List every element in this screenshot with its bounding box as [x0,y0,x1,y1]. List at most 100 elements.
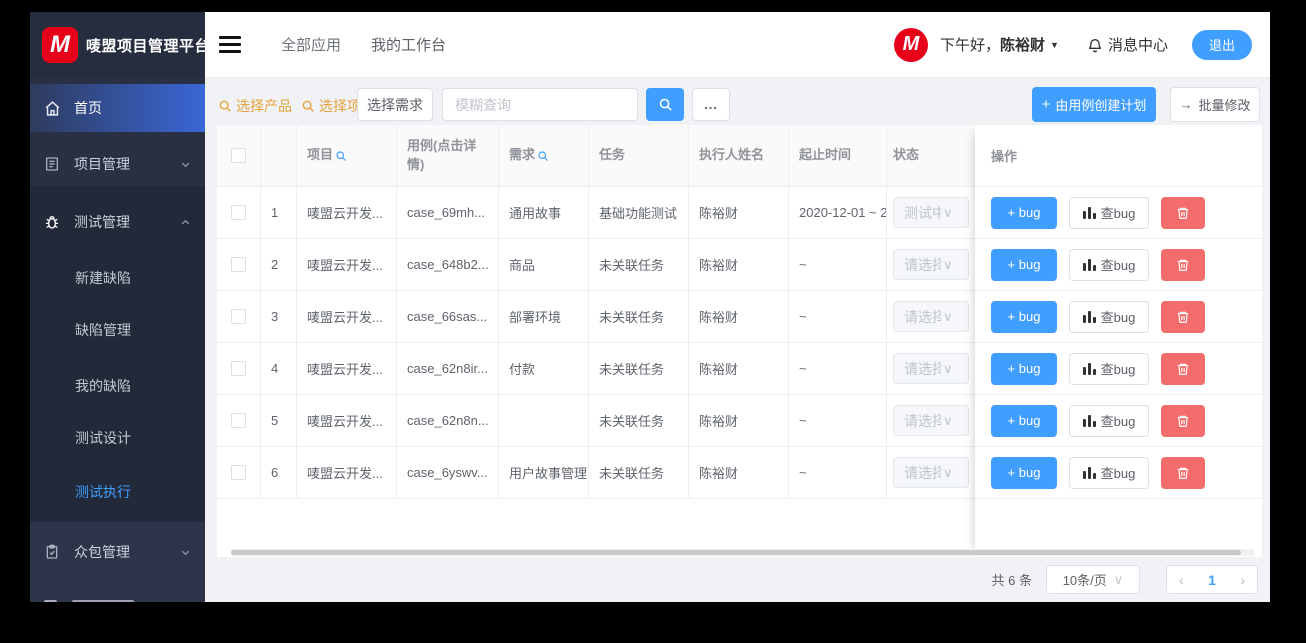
view-bug-button[interactable]: 查bug [1069,300,1149,333]
cell-usecase[interactable]: case_69mh... [397,187,499,239]
document-icon [44,156,61,173]
view-bug-button[interactable]: 查bug [1069,196,1149,229]
sidebar-item-crowd-mgmt[interactable]: 众包管理 [30,528,205,576]
delete-button[interactable] [1161,352,1205,385]
page-size-select[interactable]: 10条/页 ∨ [1046,565,1140,594]
view-bug-button[interactable]: 查bug [1069,352,1149,385]
row-checkbox[interactable] [231,257,246,272]
chevron-up-icon [180,217,191,228]
chevron-down-icon: ∨ [943,256,953,272]
select-product-link[interactable]: 选择产品 [218,96,292,116]
logout-button[interactable]: 退出 [1191,29,1252,60]
tab-my-workbench[interactable]: 我的工作台 [371,34,446,55]
sidebar-item-test-execution[interactable]: 测试执行 [30,468,205,516]
status-select[interactable]: 请选择∨ [893,249,969,280]
home-icon [44,100,61,117]
ops-row: + bug 查bug [975,187,1262,239]
cell-usecase[interactable]: case_62n8ir... [397,343,499,395]
cell-usecase[interactable]: case_66sas... [397,291,499,343]
index-header [261,125,297,187]
plus-icon: + [1041,96,1051,113]
fuzzy-search-input[interactable] [442,88,638,121]
cell-executor: 陈裕财 [689,395,789,447]
search-icon[interactable] [537,150,549,162]
add-bug-button[interactable]: + bug [991,196,1057,229]
status-select[interactable]: 请选择∨ [893,405,969,436]
bar-chart-icon [1082,362,1096,375]
cell-dates: ~ [789,395,887,447]
row-index: 3 [261,291,297,343]
app-frame: 首页 项目管理 测试管理 新建缺陷 缺陷管理 我的缺陷 测试设计 测试执行 众包… [0,0,1306,643]
status-select[interactable]: 请选择∨ [893,353,969,384]
delete-button[interactable] [1161,456,1205,489]
collapse-menu-icon[interactable] [219,32,241,57]
row-checkbox[interactable] [231,205,246,220]
bar-chart-icon [1082,258,1096,271]
page-number[interactable]: 1 [1208,572,1216,588]
horizontal-scrollbar[interactable] [231,549,1255,556]
add-bug-button[interactable]: + bug [991,352,1057,385]
row-index: 5 [261,395,297,447]
chevron-down-icon: ∨ [943,204,953,220]
create-plan-button[interactable]: + 由用例创建计划 [1032,87,1156,122]
cell-requirement: 商品 [499,239,589,291]
sidebar-item-test-design[interactable]: 测试设计 [30,414,205,462]
add-bug-button[interactable]: + bug [991,300,1057,333]
sidebar-item-test-mgmt[interactable]: 测试管理 [30,198,205,246]
search-icon[interactable] [335,150,347,162]
user-greeting[interactable]: 下午好，陈裕财 [940,34,1045,55]
sidebar-item-new-defect[interactable]: 新建缺陷 [30,254,205,302]
sidebar-item-partial[interactable] [30,592,205,602]
add-bug-button[interactable]: + bug [991,248,1057,281]
view-bug-button[interactable]: 查bug [1069,456,1149,489]
cell-task: 基础功能测试 [589,187,689,239]
search-button[interactable] [646,88,684,121]
chevron-down-icon: ∨ [943,464,953,480]
cell-usecase[interactable]: case_648b2... [397,239,499,291]
add-bug-button[interactable]: + bug [991,456,1057,489]
status-select[interactable]: 请选择∨ [893,457,969,488]
select-requirement-button[interactable]: 选择需求 [357,88,433,121]
sidebar-item-label: 众包管理 [74,544,130,560]
delete-button[interactable] [1161,300,1205,333]
prev-page-button[interactable]: ‹ [1179,572,1184,588]
sidebar-item-project-mgmt[interactable]: 项目管理 [30,140,205,188]
next-page-button[interactable]: › [1240,572,1245,588]
sidebar-item-label: 首页 [74,100,102,116]
sidebar-item-label: 测试执行 [75,484,131,500]
row-checkbox[interactable] [231,465,246,480]
more-filters-button[interactable]: ... [692,88,730,121]
delete-button[interactable] [1161,196,1205,229]
select-all-checkbox[interactable] [231,148,246,163]
view-bug-button[interactable]: 查bug [1069,248,1149,281]
delete-button[interactable] [1161,404,1205,437]
status-select[interactable]: 测试中∨ [893,197,969,228]
avatar[interactable]: M [894,27,929,62]
delete-button[interactable] [1161,248,1205,281]
batch-edit-button[interactable]: → 批量修改 [1170,87,1260,122]
usecase-header: 用例(点击详情) [397,125,499,187]
cell-task: 未关联任务 [589,239,689,291]
cell-usecase[interactable]: case_6yswv... [397,447,499,499]
ops-row: + bug 查bug [975,395,1262,447]
cell-project: 唛盟云开发... [297,447,397,499]
tab-all-apps[interactable]: 全部应用 [281,34,341,55]
ops-header: 操作 [975,125,1262,187]
clipboard-icon [44,544,61,561]
scrollbar-thumb[interactable] [231,550,1241,555]
sidebar-item-label: 我的缺陷 [75,378,131,394]
sidebar-item-my-defects[interactable]: 我的缺陷 [30,362,205,410]
arrow-right-icon: → [1179,97,1193,112]
message-center-button[interactable]: 消息中心 [1087,34,1168,55]
caret-down-icon[interactable]: ▼ [1050,40,1059,50]
sidebar-item-defect-mgmt[interactable]: 缺陷管理 [30,306,205,354]
row-index: 1 [261,187,297,239]
sidebar-item-home[interactable]: 首页 [30,84,205,132]
row-checkbox[interactable] [231,361,246,376]
add-bug-button[interactable]: + bug [991,404,1057,437]
row-checkbox[interactable] [231,413,246,428]
view-bug-button[interactable]: 查bug [1069,404,1149,437]
status-select[interactable]: 请选择∨ [893,301,969,332]
row-checkbox[interactable] [231,309,246,324]
cell-usecase[interactable]: case_62n8n... [397,395,499,447]
